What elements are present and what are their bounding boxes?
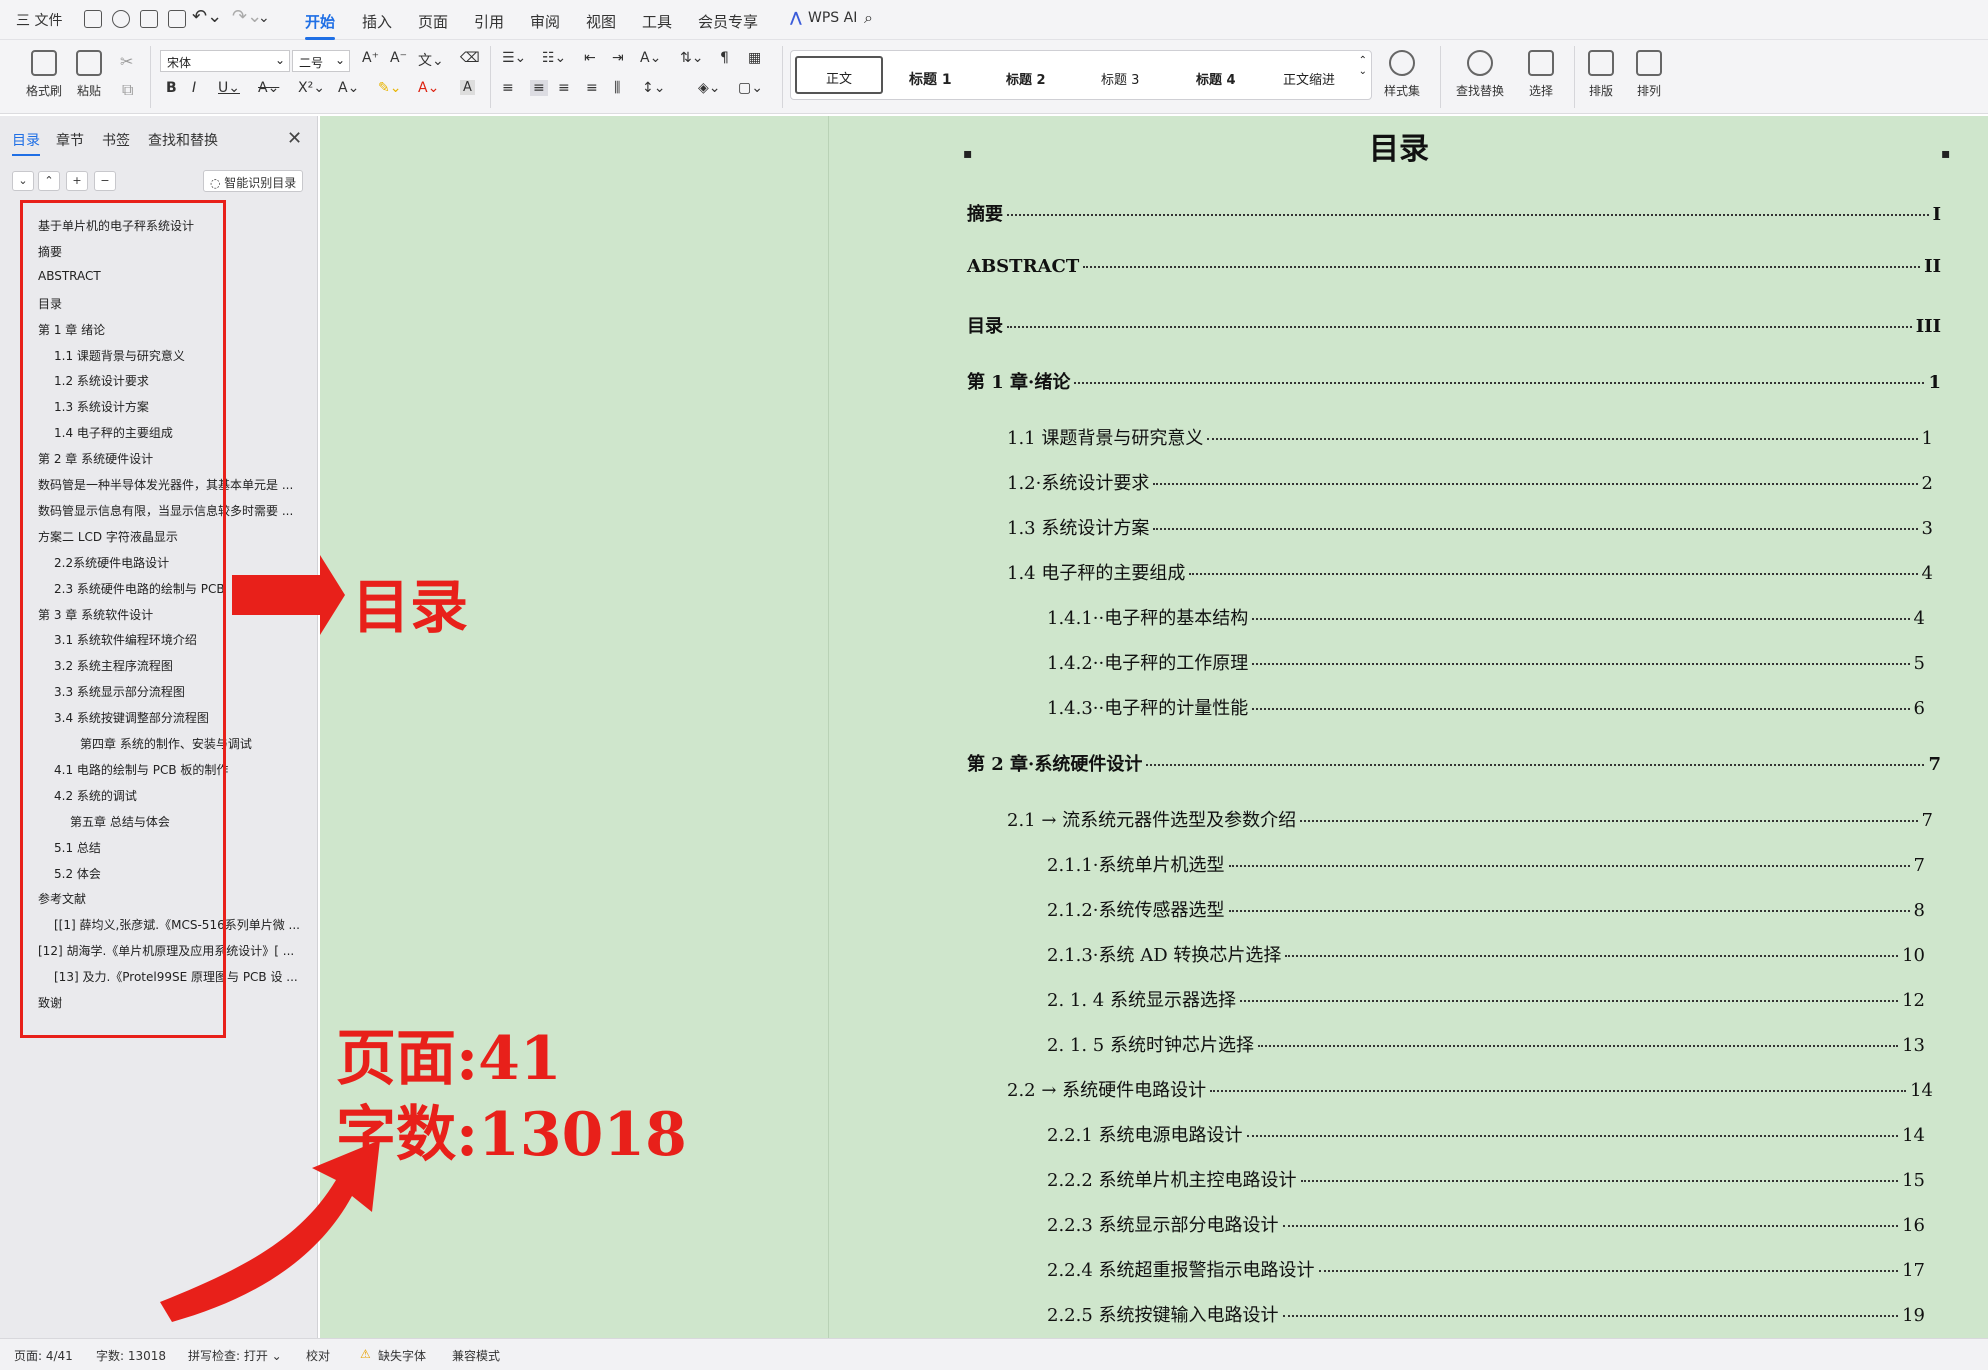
arrow-right-icon	[232, 555, 345, 635]
word-count[interactable]: 字数: 13018	[96, 1347, 166, 1364]
compat-mode-label: 兼容模式	[452, 1349, 501, 1363]
annotation-arrows	[160, 555, 380, 1322]
spell-check-toggle[interactable]: 拼写检查: 打开 ⌄	[188, 1347, 282, 1364]
status-bar: 页面: 4/41 字数: 13018 拼写检查: 打开 ⌄ 校对 ⚠ 缺失字体 …	[0, 1338, 1988, 1370]
missing-font-button[interactable]: 缺失字体	[378, 1347, 426, 1364]
annotation-words: 字数:13018	[336, 1100, 687, 1170]
proofread-button[interactable]: 校对	[306, 1347, 330, 1364]
annotation-pages: 页面:41	[336, 1024, 562, 1094]
page-count[interactable]: 页面: 4/41	[14, 1347, 73, 1364]
warning-icon: ⚠	[360, 1347, 371, 1361]
annotation-toc-label: 目录	[352, 573, 469, 641]
spell-check-label: 拼写检查: 打开	[188, 1349, 268, 1363]
